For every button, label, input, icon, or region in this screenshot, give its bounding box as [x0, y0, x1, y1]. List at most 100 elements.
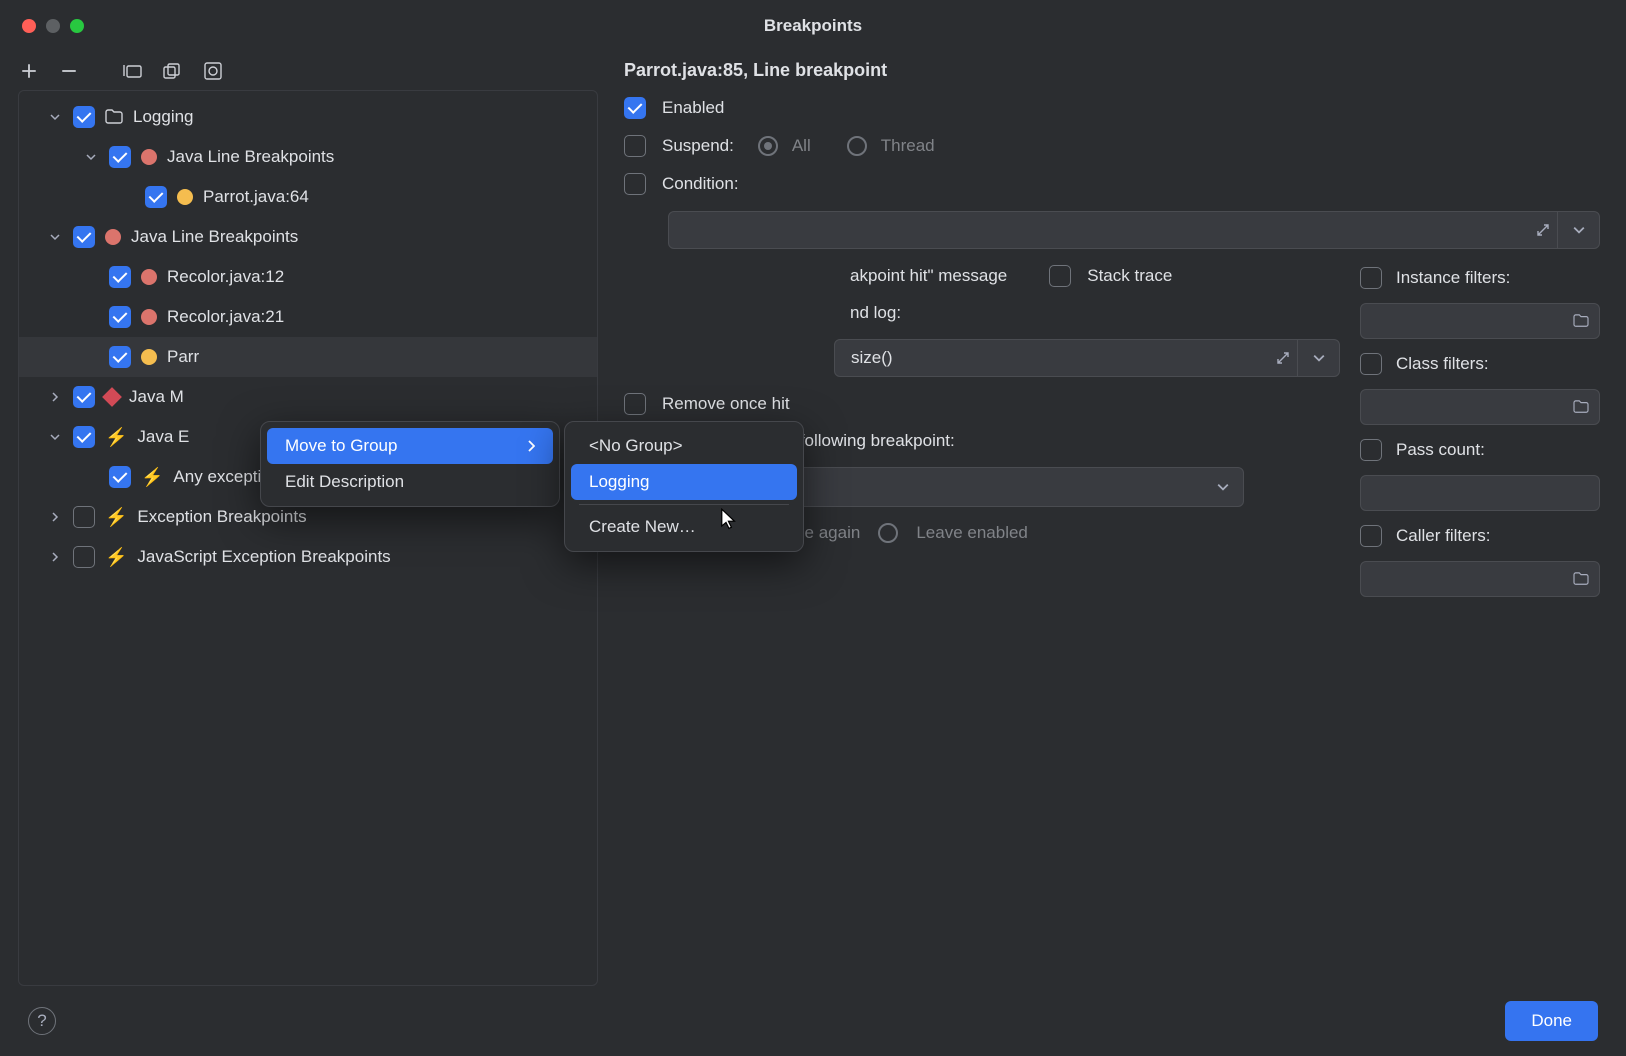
chevron-right-icon[interactable]	[47, 389, 63, 405]
tree-node-label: Logging	[133, 107, 194, 127]
dropdown-toggle[interactable]	[1297, 340, 1339, 376]
titlebar: Breakpoints	[0, 0, 1626, 52]
checkbox[interactable]	[73, 386, 95, 408]
menu-item-no-group[interactable]: <No Group>	[571, 428, 797, 464]
folder-icon	[105, 109, 123, 125]
tree-node-label: Java Line Breakpoints	[131, 227, 298, 247]
suspend-thread-radio[interactable]	[847, 136, 867, 156]
tree-node-parrot-85[interactable]: Parr	[19, 337, 597, 377]
tree-node-recolor-21[interactable]: Recolor.java:21	[19, 297, 597, 337]
expand-icon[interactable]	[1275, 350, 1291, 366]
dropdown-toggle[interactable]	[1557, 212, 1599, 248]
checkbox[interactable]	[109, 306, 131, 328]
window-title: Breakpoints	[0, 16, 1626, 36]
folder-outline-icon	[123, 62, 143, 80]
folder-icon	[1573, 314, 1589, 328]
tree-node-label: Recolor.java:12	[167, 267, 284, 287]
suspend-checkbox[interactable]	[624, 135, 646, 157]
checkbox[interactable]	[73, 506, 95, 528]
submenu-move-to-group[interactable]: <No Group> Logging Create New…	[564, 421, 804, 552]
tree-node-label: JavaScript Exception Breakpoints	[137, 547, 390, 567]
exception-icon: ⚡	[105, 427, 127, 448]
group-by-class-button[interactable]	[202, 60, 224, 82]
group-by-package-button[interactable]	[122, 60, 144, 82]
tree-node-java-line-bp-a[interactable]: Java Line Breakpoints	[19, 137, 597, 177]
instance-filters-label: Instance filters:	[1396, 268, 1510, 288]
condition-input[interactable]	[668, 211, 1600, 249]
caller-filters-checkbox[interactable]	[1360, 525, 1382, 547]
context-menu[interactable]: Move to Group Edit Description	[260, 421, 560, 507]
chevron-down-icon[interactable]	[47, 229, 63, 245]
tree-node-java-method-bp[interactable]: Java M	[19, 377, 597, 417]
menu-item-move-to-group[interactable]: Move to Group	[267, 428, 553, 464]
tree-node-recolor-12[interactable]: Recolor.java:12	[19, 257, 597, 297]
target-icon	[203, 61, 223, 81]
checkbox[interactable]	[109, 346, 131, 368]
class-filters-input[interactable]	[1360, 389, 1600, 425]
chevron-down-icon[interactable]	[47, 109, 63, 125]
add-breakpoint-button[interactable]	[18, 60, 40, 82]
help-button[interactable]: ?	[28, 1007, 56, 1035]
exception-icon: ⚡	[141, 467, 163, 488]
tree-node-group-logging[interactable]: Logging	[19, 97, 597, 137]
tree-node-js-exception-bp[interactable]: ⚡ JavaScript Exception Breakpoints	[19, 537, 597, 577]
pass-count-checkbox[interactable]	[1360, 439, 1382, 461]
tree-node-label: Parrot.java:64	[203, 187, 309, 207]
breakpoints-tree[interactable]: Logging Java Line Breakpoints Parrot.jav…	[18, 90, 598, 986]
remove-once-hit-checkbox[interactable]	[624, 393, 646, 415]
leave-enabled-radio[interactable]	[878, 523, 898, 543]
menu-separator	[579, 504, 789, 505]
pass-count-label: Pass count:	[1396, 440, 1485, 460]
menu-item-create-new-group[interactable]: Create New…	[571, 509, 797, 545]
checkbox[interactable]	[73, 426, 95, 448]
checkbox[interactable]	[145, 186, 167, 208]
tree-node-label: Java Line Breakpoints	[167, 147, 334, 167]
class-filters-checkbox[interactable]	[1360, 353, 1382, 375]
checkbox[interactable]	[109, 146, 131, 168]
menu-item-label: Move to Group	[285, 436, 397, 456]
chevron-down-icon	[1217, 481, 1229, 493]
tree-node-label: Parr	[167, 347, 199, 367]
caller-filters-label: Caller filters:	[1396, 526, 1490, 546]
remove-breakpoint-button[interactable]	[58, 60, 80, 82]
done-button[interactable]: Done	[1505, 1001, 1598, 1041]
tree-node-parrot-64[interactable]: Parrot.java:64	[19, 177, 597, 217]
chevron-right-icon[interactable]	[47, 509, 63, 525]
instance-filters-checkbox[interactable]	[1360, 267, 1382, 289]
expand-icon[interactable]	[1535, 222, 1551, 238]
menu-item-logging-group[interactable]: Logging	[571, 464, 797, 500]
minus-icon	[60, 62, 78, 80]
group-by-file-button[interactable]	[162, 60, 184, 82]
caller-filters-input[interactable]	[1360, 561, 1600, 597]
menu-item-label: Create New…	[589, 517, 696, 537]
chevron-right-icon	[527, 440, 535, 452]
checkbox[interactable]	[73, 546, 95, 568]
stack-trace-checkbox[interactable]	[1049, 265, 1071, 287]
checkbox[interactable]	[73, 106, 95, 128]
exception-icon: ⚡	[105, 547, 127, 568]
files-icon	[163, 62, 183, 80]
folder-icon	[1573, 572, 1589, 586]
checkbox[interactable]	[109, 466, 131, 488]
log-expression-input[interactable]: size()	[834, 339, 1340, 377]
condition-checkbox[interactable]	[624, 173, 646, 195]
details-heading: Parrot.java:85, Line breakpoint	[624, 60, 1600, 81]
tree-node-java-line-bp-b[interactable]: Java Line Breakpoints	[19, 217, 597, 257]
chevron-down-icon[interactable]	[47, 429, 63, 445]
and-log-label: nd log:	[850, 303, 901, 323]
tree-node-label: Recolor.java:21	[167, 307, 284, 327]
chevron-right-icon[interactable]	[47, 549, 63, 565]
breakpoint-dot-icon	[141, 309, 157, 325]
plus-icon	[20, 62, 38, 80]
bp-hit-msg-label: akpoint hit" message	[850, 266, 1007, 286]
checkbox[interactable]	[73, 226, 95, 248]
menu-item-edit-description[interactable]: Edit Description	[267, 464, 553, 500]
instance-filters-input[interactable]	[1360, 303, 1600, 339]
pass-count-input[interactable]	[1360, 475, 1600, 511]
chevron-down-icon[interactable]	[83, 149, 99, 165]
menu-item-label: Logging	[589, 472, 650, 492]
folder-icon	[1573, 400, 1589, 414]
enabled-checkbox[interactable]	[624, 97, 646, 119]
suspend-all-radio[interactable]	[758, 136, 778, 156]
checkbox[interactable]	[109, 266, 131, 288]
